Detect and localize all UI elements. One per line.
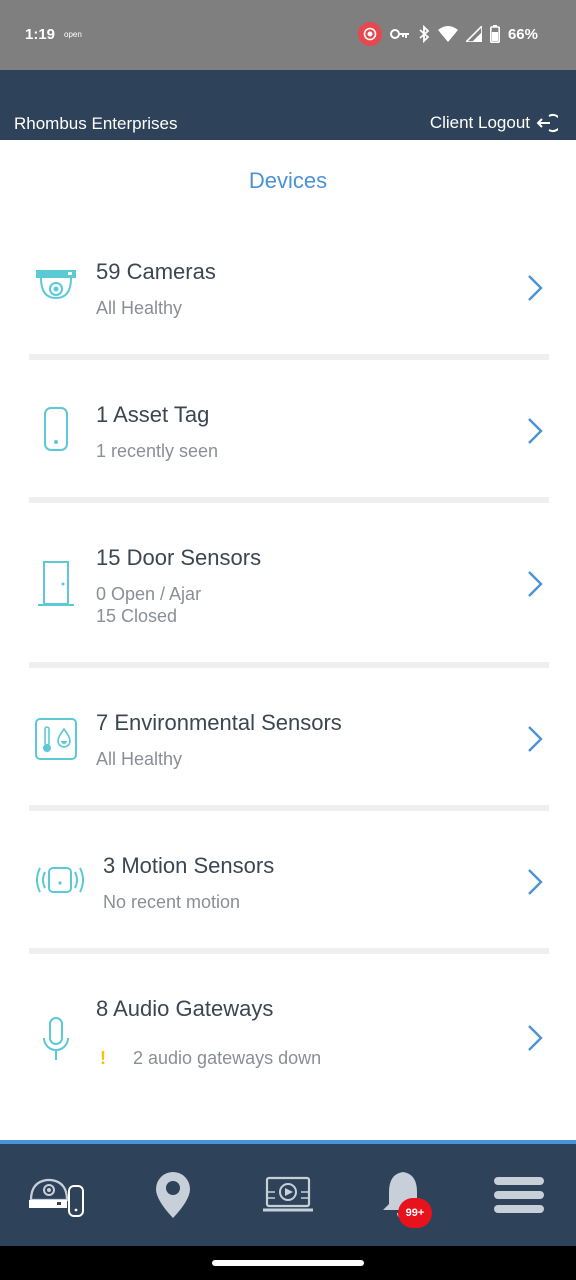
divider	[29, 805, 549, 811]
warning-icon: !	[100, 1048, 106, 1068]
nav-locations-button[interactable]	[115, 1144, 230, 1246]
chevron-right-icon	[528, 1025, 543, 1051]
nav-video-wall-button[interactable]	[230, 1144, 345, 1246]
cell-signal-icon	[465, 26, 482, 42]
device-status: No recent motion	[103, 892, 241, 912]
hamburger-menu-icon	[493, 1177, 544, 1213]
device-title: 3 Motion Sensors	[103, 853, 275, 878]
device-status-open: 0 Open / Ajar	[96, 584, 202, 604]
nav-menu-button[interactable]	[461, 1144, 576, 1246]
video-wall-icon	[262, 1176, 313, 1212]
bottom-nav: 99+	[0, 1144, 576, 1246]
divider	[29, 948, 549, 954]
organization-name: Rhombus Enterprises	[14, 114, 178, 133]
device-status: 2 audio gateways down	[133, 1048, 322, 1068]
devices-icon	[28, 1178, 84, 1217]
motion-sensor-icon	[34, 854, 86, 906]
divider	[29, 497, 549, 503]
device-row-asset-tag[interactable]: 1 Asset Tag 1 recently seen	[0, 375, 576, 505]
device-row-cameras[interactable]: 59 Cameras All Healthy	[0, 232, 576, 362]
nav-devices-button[interactable]	[0, 1144, 115, 1246]
device-title: 15 Door Sensors	[96, 545, 262, 570]
device-row-door-sensors[interactable]: 15 Door Sensors 0 Open / Ajar 15 Closed	[0, 518, 576, 648]
divider	[29, 662, 549, 668]
status-icons: 66%	[357, 22, 538, 46]
notification-badge: 99+	[398, 1198, 432, 1228]
wifi-icon	[437, 26, 458, 42]
camera-icon	[30, 262, 82, 314]
chevron-right-icon	[528, 869, 543, 895]
logout-icon	[536, 114, 558, 132]
battery-percentage: 66%	[507, 25, 538, 43]
device-status: All Healthy	[96, 749, 183, 769]
screen-record-icon	[357, 22, 382, 46]
client-logout-label: Client Logout	[429, 113, 530, 132]
device-status-closed: 15 Closed	[96, 606, 178, 626]
divider	[29, 354, 549, 360]
battery-icon	[489, 25, 500, 43]
bluetooth-icon	[419, 25, 430, 43]
device-row-motion-sensors[interactable]: 3 Motion Sensors No recent motion	[0, 826, 576, 956]
client-logout-button[interactable]: Client Logout	[430, 112, 558, 134]
chevron-right-icon	[528, 418, 543, 444]
device-status: 1 recently seen	[96, 441, 219, 461]
device-row-environmental-sensors[interactable]: 7 Environmental Sensors All Healthy	[0, 683, 576, 813]
device-title: 7 Environmental Sensors	[96, 710, 342, 735]
status-bar: 1:19 open 66%	[0, 0, 576, 70]
door-icon	[30, 558, 82, 610]
vpn-key-icon	[389, 29, 409, 39]
device-title: 8 Audio Gateways	[96, 996, 274, 1021]
chevron-right-icon	[528, 275, 543, 301]
microphone-icon	[30, 1013, 82, 1065]
asset-tag-icon	[30, 403, 82, 455]
device-title: 1 Asset Tag	[96, 402, 210, 427]
status-time: 1:19	[25, 26, 56, 43]
location-pin-icon	[155, 1172, 190, 1218]
nav-alerts-button[interactable]	[345, 1144, 460, 1246]
app-header: Rhombus Enterprises Client Logout	[0, 70, 576, 140]
status-open-label: open	[64, 30, 82, 39]
device-row-audio-gateways[interactable]: 8 Audio Gateways ! 2 audio gateways down	[0, 969, 576, 1099]
device-status: All Healthy	[96, 298, 183, 318]
page-title: Devices	[248, 168, 328, 193]
chevron-right-icon	[528, 726, 543, 752]
device-title: 59 Cameras	[96, 259, 216, 284]
home-gesture-bar[interactable]	[212, 1260, 364, 1266]
environmental-sensor-icon	[30, 713, 82, 765]
chevron-right-icon	[528, 571, 543, 597]
